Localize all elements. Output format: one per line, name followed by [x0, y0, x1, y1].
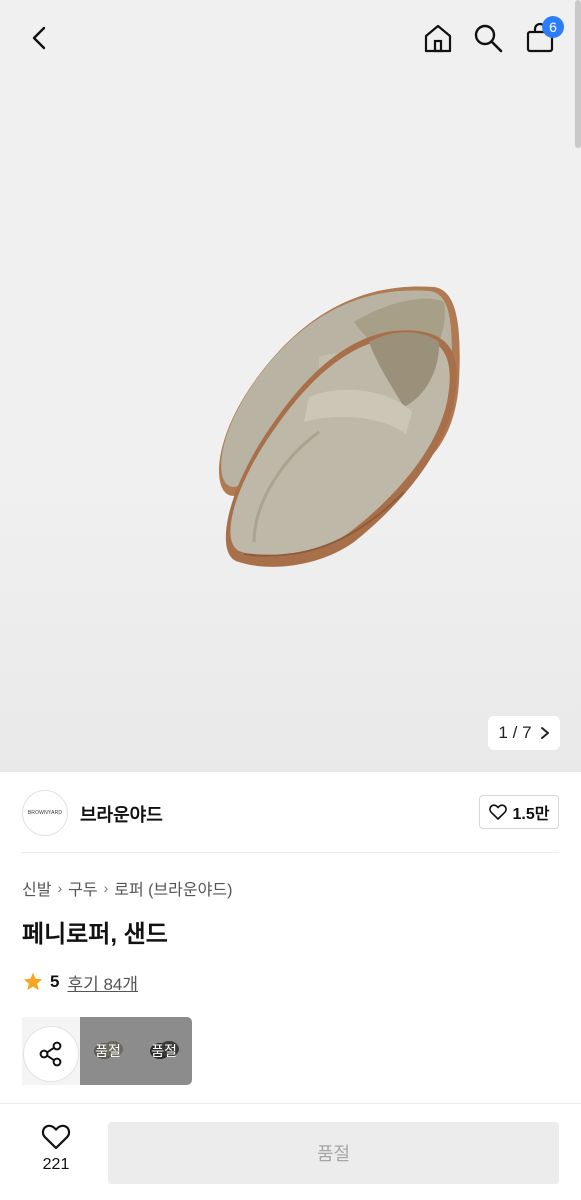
brand-logo[interactable]: BROWNYARD [22, 790, 68, 836]
breadcrumb-item-dress-shoes[interactable]: 구두 [68, 876, 97, 900]
pager-text: 1 / 7 [498, 723, 532, 742]
product-image-gallery[interactable]: 6 1 / 7 [0, 0, 581, 772]
rating-row: 5 후기 84개 [22, 970, 138, 994]
brand-row: BROWNYARD 브라운야드 1.5만 [22, 790, 559, 836]
soldout-purchase-button[interactable]: 품절 [108, 1122, 559, 1184]
brand-like-count: 1.5만 [512, 806, 550, 823]
gallery-pager[interactable]: 1 / 7 [488, 716, 560, 750]
share-panel [22, 1017, 80, 1085]
breadcrumb-item-shoes[interactable]: 신발 [22, 876, 51, 900]
home-icon [424, 24, 452, 53]
top-navigation-bar: 6 [0, 0, 581, 76]
color-options: 품절 품절 [80, 1017, 192, 1085]
back-button[interactable] [22, 20, 58, 56]
option-thumbnail[interactable]: 품절 [136, 1017, 192, 1085]
chevron-right-icon [540, 727, 549, 739]
breadcrumb: 신발 › 구두 › 로퍼 (브라운야드) [22, 877, 232, 899]
rating-score: 5 [50, 972, 60, 991]
chevron-right-icon: › [57, 880, 63, 896]
home-button[interactable] [420, 20, 456, 56]
breadcrumb-item-loafers[interactable]: 로퍼 (브라운야드) [114, 876, 232, 900]
option-soldout-label: 품절 [95, 1043, 121, 1059]
wishlist-button[interactable]: 221 [34, 1124, 78, 1180]
product-title: 페니로퍼, 샌드 [22, 921, 168, 948]
share-icon [39, 1041, 62, 1067]
back-arrow-icon [32, 26, 46, 50]
product-photo-loafers [219, 286, 460, 567]
wishlist-count: 221 [42, 1156, 70, 1173]
star-icon [23, 972, 43, 991]
bottom-bar-divider [0, 1103, 581, 1104]
search-icon [474, 24, 503, 53]
option-soldout-label: 품절 [151, 1043, 177, 1059]
review-count-link[interactable]: 후기 84개 [67, 970, 138, 995]
search-button[interactable] [470, 20, 506, 56]
cart-button[interactable]: 6 [522, 16, 564, 56]
cart-count-badge: 6 [542, 16, 564, 38]
chevron-right-icon: › [103, 880, 109, 896]
heart-outline-icon [488, 804, 507, 820]
brand-name-link[interactable]: 브라운야드 [80, 801, 163, 827]
divider [22, 852, 559, 853]
brand-like-button[interactable]: 1.5만 [479, 795, 559, 829]
share-button[interactable] [23, 1026, 79, 1082]
heart-outline-icon [41, 1124, 71, 1150]
option-thumbnail[interactable]: 품절 [80, 1017, 136, 1085]
